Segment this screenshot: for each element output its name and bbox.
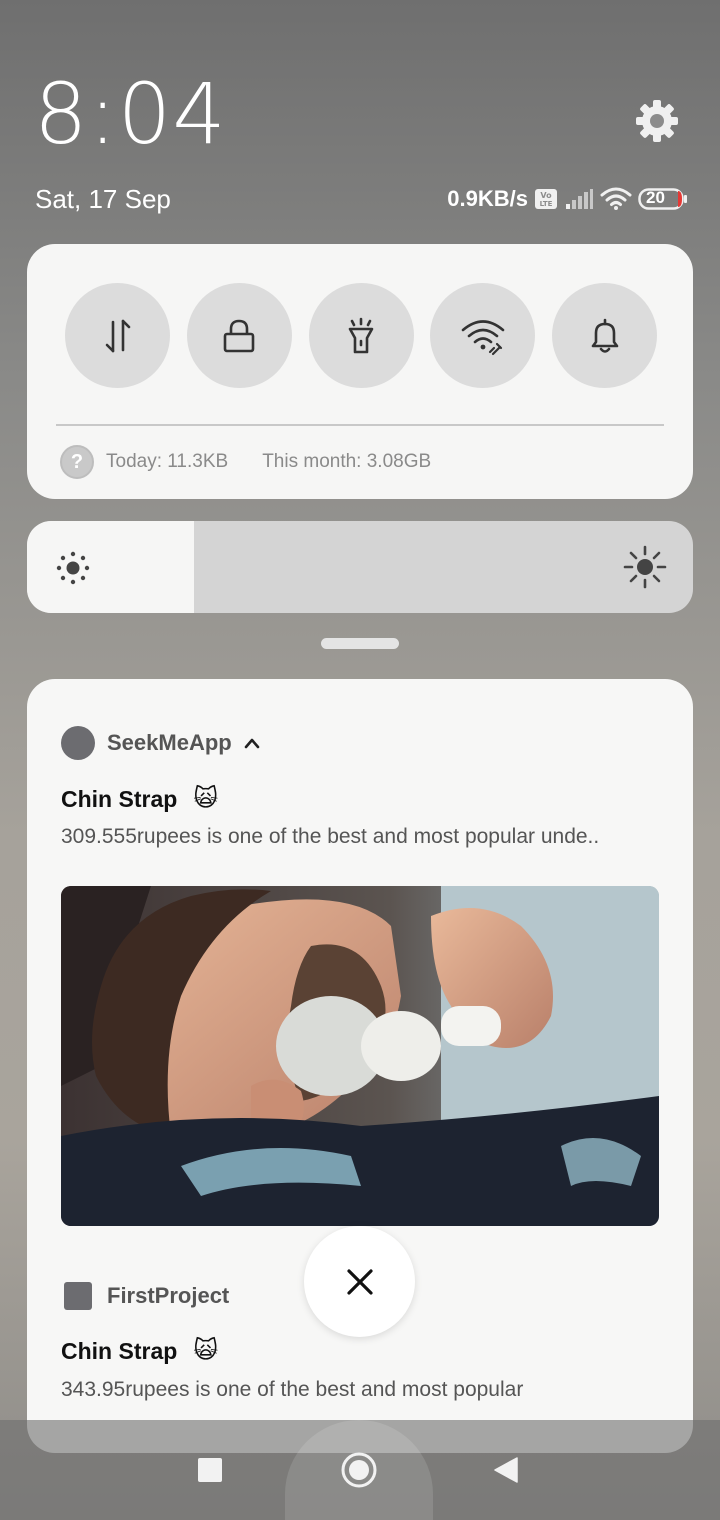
- wifi-icon: [461, 319, 505, 355]
- notification-title-text: Chin Strap: [61, 1337, 178, 1364]
- battery-icon: 20: [638, 187, 688, 211]
- notification-body[interactable]: 343.95rupees is one of the best and most…: [61, 1378, 661, 1402]
- gear-icon[interactable]: [634, 98, 680, 144]
- month-usage: This month: 3.08GB: [262, 451, 432, 472]
- notification-title[interactable]: Chin Strap 🙀: [61, 1336, 218, 1366]
- notification-title[interactable]: Chin Strap 🙀: [61, 784, 218, 814]
- help-icon: ?: [60, 445, 94, 479]
- toggle-flashlight[interactable]: [308, 283, 414, 388]
- brightness-low-icon: [56, 551, 90, 585]
- date-label[interactable]: Sat, 17 Sep: [35, 184, 171, 215]
- clock[interactable]: 8:04: [34, 72, 227, 156]
- flashlight-icon: [348, 317, 374, 353]
- volte-icon: Vo LTE: [534, 188, 558, 210]
- toggle-screen-lock[interactable]: [186, 283, 292, 388]
- notification-app-header[interactable]: FirstProject: [61, 1279, 229, 1313]
- battery-level: 20: [646, 188, 665, 207]
- clear-all-button[interactable]: [304, 1226, 415, 1337]
- lock-icon: [223, 319, 255, 352]
- close-icon: [346, 1268, 373, 1295]
- network-speed: 0.9KB/s: [447, 186, 528, 211]
- brightness-slider[interactable]: [27, 521, 693, 613]
- chevron-up-icon[interactable]: [244, 737, 260, 749]
- panel-drag-handle[interactable]: [321, 638, 399, 649]
- app-name: SeekMeApp: [107, 730, 232, 755]
- brightness-high-icon: [623, 545, 667, 589]
- toggle-ringer[interactable]: [552, 283, 657, 388]
- notification-title-text: Chin Strap: [61, 785, 178, 812]
- app-name: FirstProject: [107, 1283, 230, 1308]
- svg-text:Vo: Vo: [540, 191, 552, 200]
- recent-apps-icon[interactable]: [198, 1458, 222, 1482]
- toggle-wifi[interactable]: [430, 283, 536, 388]
- quick-settings-panel: ? Today: 11.3KB This month: 3.08GB: [27, 244, 693, 499]
- scared-cat-emoji: 🙀: [193, 1337, 219, 1364]
- navigation-bar: [0, 1420, 720, 1520]
- status-icons: 0.9KB/s Vo LTE 20: [447, 184, 688, 214]
- app-icon: [64, 1282, 92, 1310]
- data-transfer-icon: [105, 319, 130, 352]
- toggle-mobile-data[interactable]: [65, 283, 170, 388]
- today-usage: Today: 11.3KB: [106, 451, 229, 472]
- home-icon[interactable]: [340, 1451, 378, 1489]
- bell-icon: [591, 318, 618, 353]
- notification-image[interactable]: [61, 886, 659, 1226]
- data-usage[interactable]: ? Today: 11.3KB This month: 3.08GB: [60, 445, 431, 479]
- brightness-level: [27, 521, 194, 613]
- signal-icon: [564, 188, 594, 210]
- notification-app-header[interactable]: SeekMeApp: [61, 726, 260, 760]
- svg-text:LTE: LTE: [540, 200, 553, 208]
- notification-body[interactable]: 309.555rupees is one of the best and mos…: [61, 825, 661, 849]
- divider: [56, 424, 664, 426]
- quick-settings-toggles: [65, 283, 657, 388]
- back-icon[interactable]: [492, 1456, 520, 1484]
- app-icon: [61, 726, 95, 760]
- scared-cat-emoji: 🙀: [193, 785, 219, 812]
- wifi-status-icon: [600, 187, 632, 211]
